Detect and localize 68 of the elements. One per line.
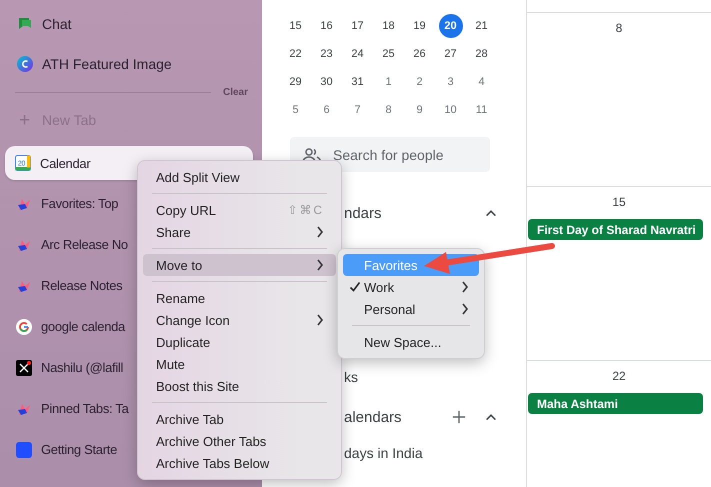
event-chip[interactable]: Maha Ashtami [528,393,703,414]
section-heading: ndars [344,204,382,222]
menu-item[interactable]: Archive Other Tabs [143,430,336,452]
calendar-day[interactable]: 8 [373,96,404,124]
menu-item[interactable]: Boost this Site [143,375,336,397]
calendar-day[interactable]: 28 [466,40,497,68]
calendar-day[interactable]: 29 [280,68,311,96]
calendar-day[interactable]: 3 [435,68,466,96]
google-icon [16,318,32,334]
calendar-day[interactable]: 19 [404,12,435,40]
calendar-name: ks [344,369,358,385]
calendar-day[interactable]: 16 [311,12,342,40]
menu-item[interactable]: Rename [143,287,336,309]
menu-item[interactable]: Move to [143,254,336,276]
tab-title[interactable]: ATH Featured Image [42,56,172,72]
chevron-icon [316,226,324,238]
calendar-day[interactable]: 31 [342,68,373,96]
plus-icon: + [17,110,32,130]
chevron-icon [316,259,324,271]
day-number: 15 [612,195,626,211]
menu-item[interactable]: Archive Tab [143,408,336,430]
chat-icon [17,16,33,32]
calendar-day[interactable]: 18 [373,12,404,40]
calendar-day[interactable]: 26 [404,40,435,68]
section-heading: alendars [344,408,402,426]
event-chip[interactable]: First Day of Sharad Navratri [528,219,703,240]
calendar-day[interactable]: 7 [342,96,373,124]
square-icon [16,442,32,458]
x-logo-icon [16,360,32,376]
day-number: 22 [612,369,626,385]
calendar-day[interactable]: 9 [404,96,435,124]
menu-item[interactable]: Personal [343,298,479,320]
menu-item[interactable]: Change Icon [143,309,336,331]
chevron-icon [461,281,469,293]
people-search-field[interactable]: Search for people [290,137,490,172]
calendar-day[interactable]: 11 [466,96,497,124]
menu-item[interactable]: Mute [143,353,336,375]
menu-item[interactable]: Copy URL ⇧⌘C [143,199,336,221]
calendar-day[interactable]: 4 [466,68,497,96]
people-icon [302,147,322,163]
calendar-day[interactable]: 15 [280,12,311,40]
calendar-day[interactable]: 25 [373,40,404,68]
calendar-name: days in India [344,445,423,461]
plus-icon[interactable] [452,410,466,424]
calendar-day[interactable]: 2 [404,68,435,96]
chevron-icon [461,303,469,315]
calendar-day[interactable]: 23 [311,40,342,68]
calendar-day[interactable]: 20 [438,14,462,38]
calendar-day[interactable]: 24 [342,40,373,68]
calendar-day[interactable]: 21 [466,12,497,40]
logo-icon [17,56,33,72]
calendar-day[interactable]: 22 [280,40,311,68]
menu-item[interactable]: Share [143,221,336,243]
calendar-day[interactable]: 10 [435,96,466,124]
chevron-icon [316,314,324,326]
menu-item[interactable]: New Space... [343,331,479,353]
calendar-day[interactable]: 1 [373,68,404,96]
calendar-day[interactable]: 6 [311,96,342,124]
calendar-day[interactable]: 17 [342,12,373,40]
checkmark-icon [349,281,361,293]
calendar-day[interactable]: 27 [435,40,466,68]
calendar-day[interactable]: 30 [311,68,342,96]
menu-item[interactable]: Duplicate [143,331,336,353]
menu-item[interactable]: Archive Tabs Below [143,452,336,474]
day-number: 8 [616,21,622,37]
menu-item[interactable]: Work [343,276,479,298]
calendar-day[interactable]: 5 [280,96,311,124]
tab-title[interactable]: Chat [42,16,72,32]
